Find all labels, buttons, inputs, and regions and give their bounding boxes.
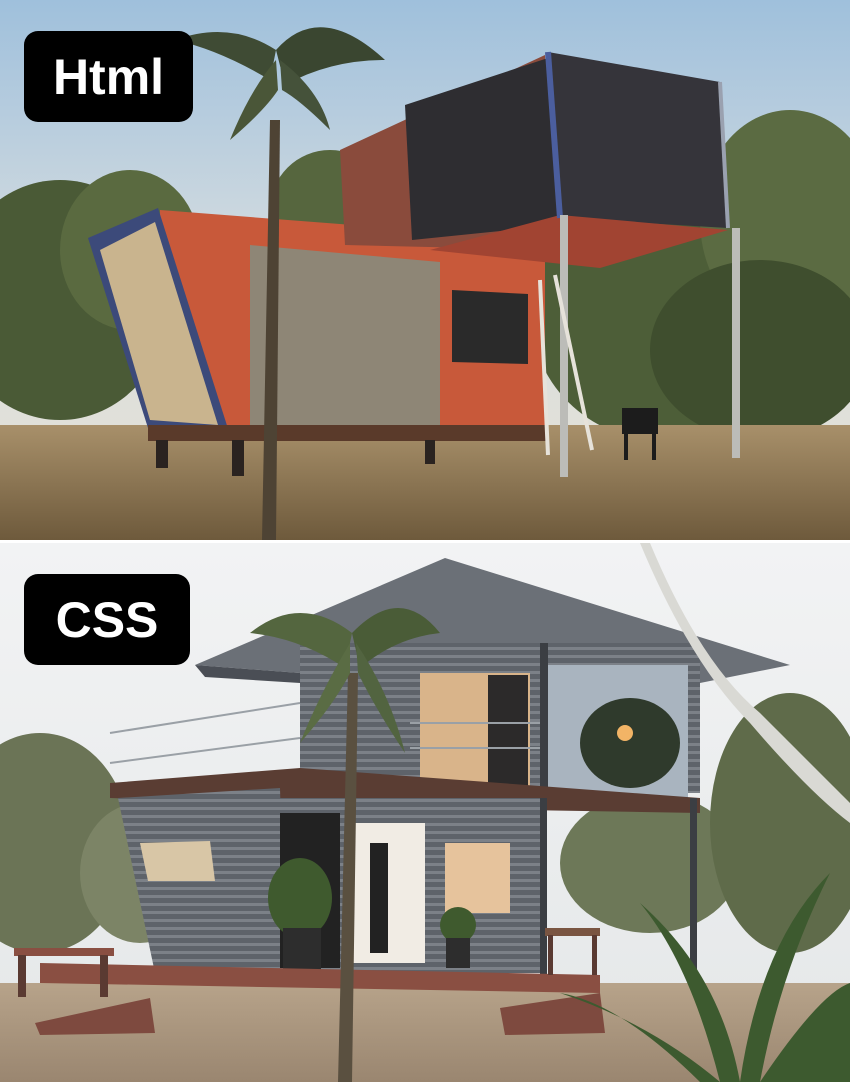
html-label: Html (24, 31, 193, 122)
panel-bottom-photo: CSS (0, 543, 850, 1082)
css-label: CSS (24, 574, 190, 665)
panel-top-photo: Html (0, 0, 850, 540)
